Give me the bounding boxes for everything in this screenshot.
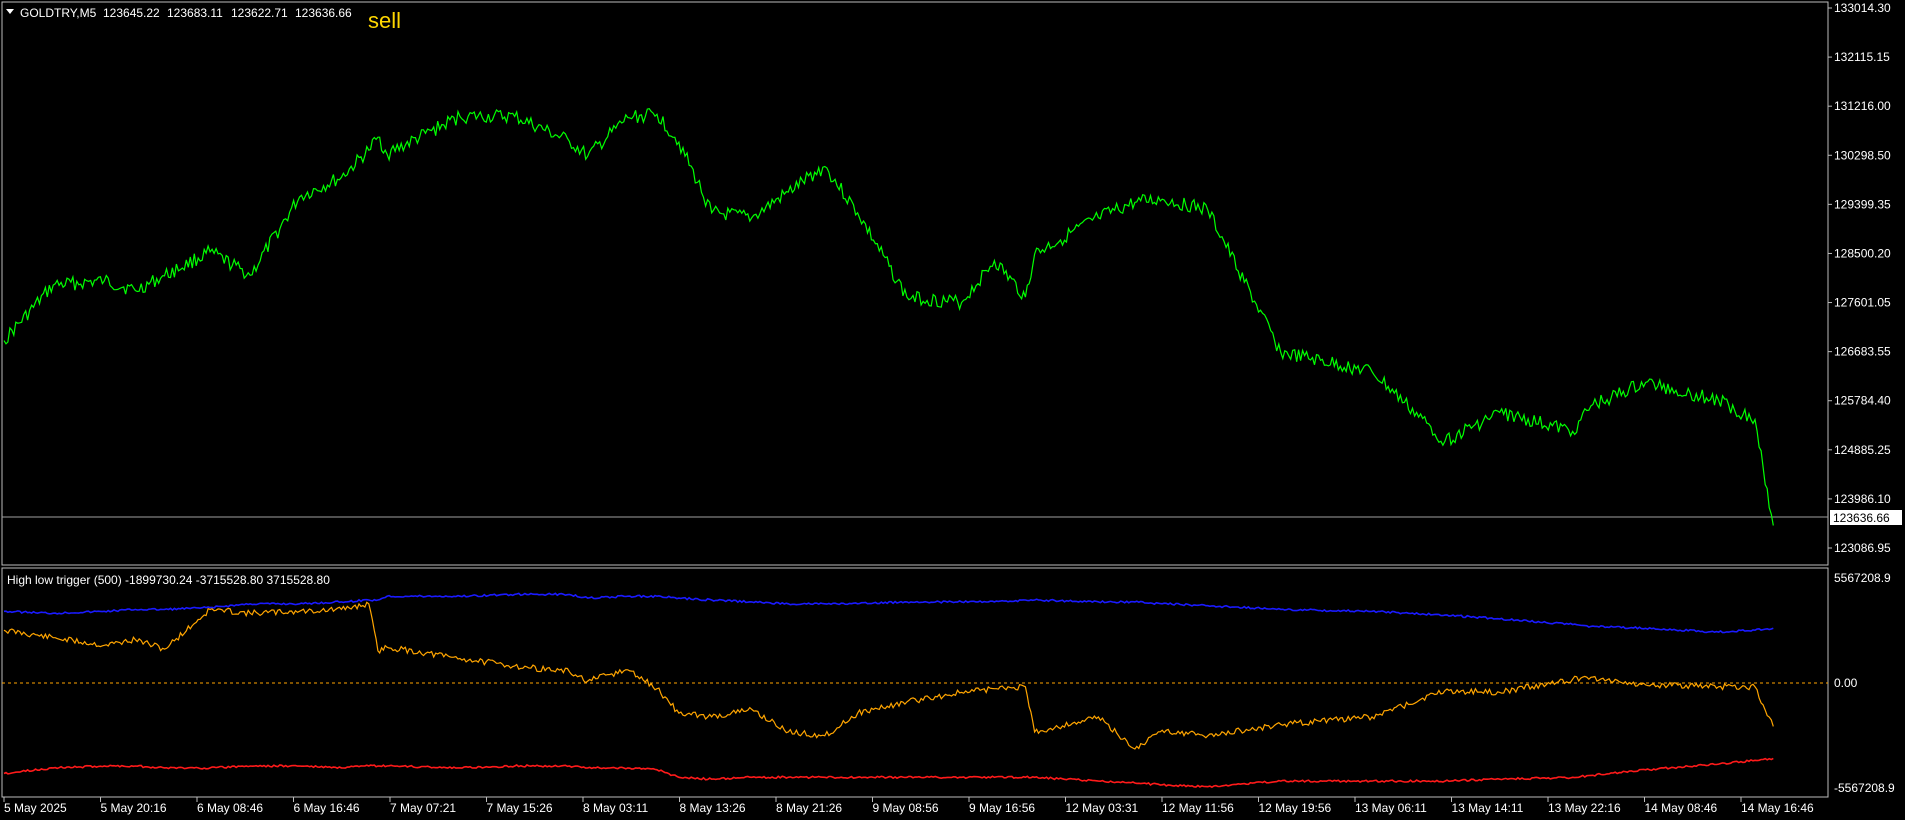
time-tick-label: 9 May 16:56: [969, 801, 1035, 815]
price-tick-label: 128500.20: [1834, 246, 1891, 260]
time-tick-label: 13 May 14:11: [1452, 801, 1524, 815]
time-tick-label: 6 May 08:46: [197, 801, 263, 815]
time-tick-label: 12 May 19:56: [1259, 801, 1332, 815]
time-tick-label: 8 May 21:26: [776, 801, 842, 815]
price-tick-label: 129399.35: [1834, 197, 1891, 211]
high-value: 123683.11: [167, 6, 223, 20]
price-tick-label: 132115.15: [1834, 50, 1890, 64]
indicator-tick-label: -5567208.9: [1834, 781, 1895, 795]
time-tick-label: 14 May 16:46: [1741, 801, 1814, 815]
time-tick-label: 6 May 16:46: [294, 801, 360, 815]
price-tick-label: 133014.30: [1834, 1, 1891, 15]
time-tick-label: 13 May 22:16: [1548, 801, 1621, 815]
close-value: 123636.66: [295, 6, 352, 20]
time-tick-label: 12 May 03:31: [1066, 801, 1139, 815]
time-tick-label: 8 May 03:11: [583, 801, 648, 815]
time-tick-label: 14 May 08:46: [1645, 801, 1718, 815]
price-tick-label: 131216.00: [1834, 99, 1891, 113]
price-tick-label: 123086.95: [1834, 541, 1891, 555]
indicator-title: High low trigger (500) -1899730.24 -3715…: [7, 573, 330, 587]
price-tick-label: 126683.55: [1834, 345, 1891, 359]
current-price-value: 123636.66: [1833, 511, 1890, 525]
indicator-tick-label: 0.00: [1834, 676, 1858, 690]
time-tick-label: 13 May 06:11: [1355, 801, 1427, 815]
price-tick-label: 127601.05: [1834, 296, 1891, 310]
main-header: GOLDTRY,M5 123645.22 123683.11 123622.71…: [6, 6, 352, 20]
price-axis: 133014.30 132115.15 131216.00 130298.50 1293…: [1828, 1, 1891, 555]
price-tick-label: 123986.10: [1834, 492, 1891, 506]
time-tick-label: 9 May 08:56: [873, 801, 939, 815]
price-tick-label: 124885.25: [1834, 443, 1891, 457]
time-tick-label: 12 May 11:56: [1162, 801, 1234, 815]
time-tick-label: 5 May 2025: [4, 801, 67, 815]
time-axis: 5 May 2025 5 May 20:16 6 May 08:46 6 May 16…: [3, 797, 1814, 815]
time-tick-label: 5 May 20:16: [101, 801, 167, 815]
symbol-label: GOLDTRY,M5: [20, 6, 97, 20]
indicator-axis: 5567208.9 0.00 -5567208.9: [1834, 571, 1895, 795]
low-value: 123622.71: [231, 6, 288, 20]
open-value: 123645.22: [103, 6, 160, 20]
current-price-tag: 123636.66: [1830, 510, 1902, 525]
sell-signal-label: sell: [368, 8, 401, 33]
time-tick-label: 7 May 07:21: [390, 801, 456, 815]
price-tick-label: 130298.50: [1834, 148, 1891, 162]
time-tick-label: 7 May 15:26: [487, 801, 553, 815]
main-chart-panel[interactable]: [1, 1, 1829, 566]
price-tick-label: 125784.40: [1834, 394, 1891, 408]
time-tick-label: 8 May 13:26: [680, 801, 746, 815]
indicator-tick-label: 5567208.9: [1834, 571, 1891, 585]
trading-chart[interactable]: 133014.30 132115.15 131216.00 130298.50 1293…: [0, 0, 1905, 820]
